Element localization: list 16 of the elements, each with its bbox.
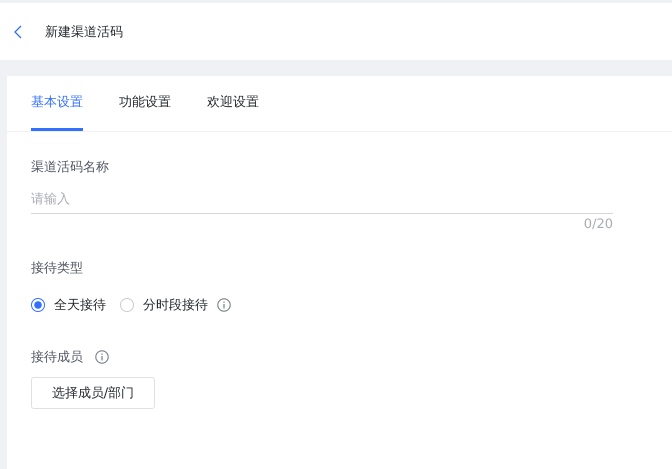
- field-label: 接待类型: [31, 260, 84, 277]
- radio-button[interactable]: [120, 298, 134, 312]
- page-title: 新建渠道活码: [45, 24, 123, 40]
- tab[interactable]: 欢迎设置: [207, 76, 259, 131]
- tab[interactable]: 功能设置: [119, 76, 171, 131]
- radio-label[interactable]: 全天接待: [54, 296, 106, 314]
- info-icon[interactable]: [95, 350, 109, 364]
- select-members-button[interactable]: 选择成员/部门: [31, 377, 155, 409]
- tab[interactable]: 基本设置: [31, 76, 83, 131]
- field-label: 渠道活码名称: [31, 159, 110, 176]
- radio-button[interactable]: [31, 298, 45, 312]
- info-icon[interactable]: [217, 298, 231, 312]
- back-icon[interactable]: [14, 24, 22, 38]
- field-label: 接待成员: [31, 349, 83, 366]
- character-counter: 0/20: [584, 217, 613, 232]
- radio-label[interactable]: 分时段接待: [143, 296, 208, 314]
